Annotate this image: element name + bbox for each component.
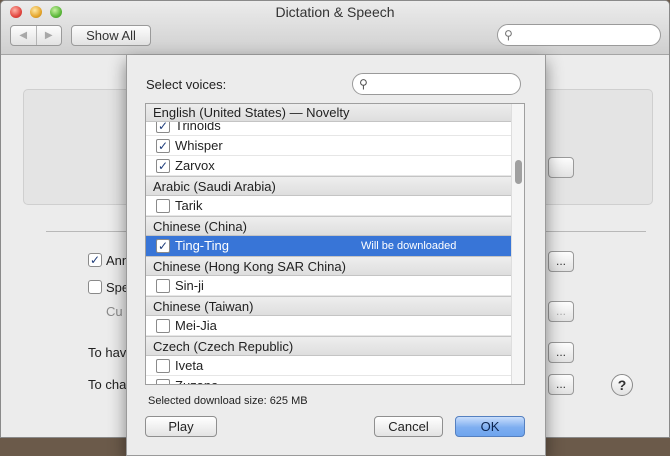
voice-checkbox[interactable] [156,279,170,293]
language-header: Chinese (Hong Kong SAR China) [146,256,512,276]
voice-list-scrollbar[interactable] [511,104,524,384]
voice-row[interactable]: ✓ Whisper [146,136,512,156]
to-have-label: To hav [88,345,127,360]
search-icon: ⚲ [359,77,368,91]
voice-name: Zarvox [175,158,215,173]
show-all-button[interactable]: Show All [71,25,151,46]
voice-checkbox[interactable]: ✓ [156,139,170,153]
voice-row[interactable]: ✓ Zarvox [146,156,512,176]
voice-checkbox[interactable] [156,379,170,384]
select-voices-sheet: Select voices: ⚲ English (United States)… [126,55,546,456]
speak-options-button[interactable]: ... [548,301,574,322]
nav-forward-button[interactable]: ▶ [35,26,62,45]
bg-button-1[interactable] [548,157,574,178]
download-size-text: Selected download size: 625 MB [148,395,308,407]
title-bar: Dictation & Speech ◀ ▶ Show All ⚲ [1,1,669,55]
voice-name: Mei-Jia [175,318,217,333]
speak-checkbox[interactable] [88,280,102,294]
voice-checkbox[interactable]: ✓ [156,159,170,173]
nav-back-button[interactable]: ◀ [11,26,36,45]
voice-row[interactable]: ✓ Ting-Ting Will be downloaded [146,236,512,256]
voice-checkbox[interactable]: ✓ [156,239,170,253]
download-status-note: Will be downloaded [361,240,457,252]
voice-row[interactable]: Iveta [146,356,512,376]
voice-name: Sin-ji [175,278,204,293]
language-header: Arabic (Saudi Arabia) [146,176,512,196]
voice-row[interactable]: Mei-Jia [146,316,512,336]
language-header: Czech (Czech Republic) [146,336,512,356]
voice-name: Tarik [175,198,203,213]
voice-checkbox[interactable] [156,319,170,333]
voice-search-field[interactable]: ⚲ [352,73,521,95]
voice-name: Iveta [175,358,204,373]
cancel-button[interactable]: Cancel [374,416,443,437]
scrollbar-thumb[interactable] [515,160,522,184]
voice-name: Whisper [175,138,223,153]
voice-name: Zuzana [175,376,218,384]
to-have-button[interactable]: ... [548,342,574,363]
language-header: Chinese (China) [146,216,512,236]
voice-name: Trinoids [175,122,221,133]
voice-list[interactable]: English (United States) — Novelty ✓ Trinoi… [145,103,525,385]
select-voices-label: Select voices: [146,77,227,92]
voice-checkbox[interactable] [156,359,170,373]
voice-name: Ting-Ting [175,238,229,253]
voice-row[interactable]: Sin-ji [146,276,512,296]
window-title: Dictation & Speech [275,4,395,20]
voice-row[interactable]: ✓ Trinoids [146,122,512,136]
voice-list-rows: English (United States) — Novelty ✓ Trinoi… [146,104,512,384]
help-button[interactable]: ? [611,374,633,396]
to-change-button[interactable]: ... [548,374,574,395]
voice-row[interactable]: Zuzana [146,376,512,384]
ok-button[interactable]: OK [455,416,525,437]
voice-checkbox[interactable] [156,199,170,213]
language-header: Chinese (Taiwan) [146,296,512,316]
language-header: English (United States) — Novelty [146,104,512,122]
nav-back-forward: ◀ ▶ [10,25,62,46]
announce-options-button[interactable]: ... [548,251,574,272]
voice-checkbox[interactable]: ✓ [156,122,170,133]
window-search-field[interactable]: ⚲ [497,24,661,46]
announce-checkbox[interactable]: ✓ [88,253,102,267]
current-label: Cu [106,304,123,319]
play-button[interactable]: Play [145,416,217,437]
voice-row[interactable]: Tarik [146,196,512,216]
search-icon: ⚲ [504,28,513,42]
